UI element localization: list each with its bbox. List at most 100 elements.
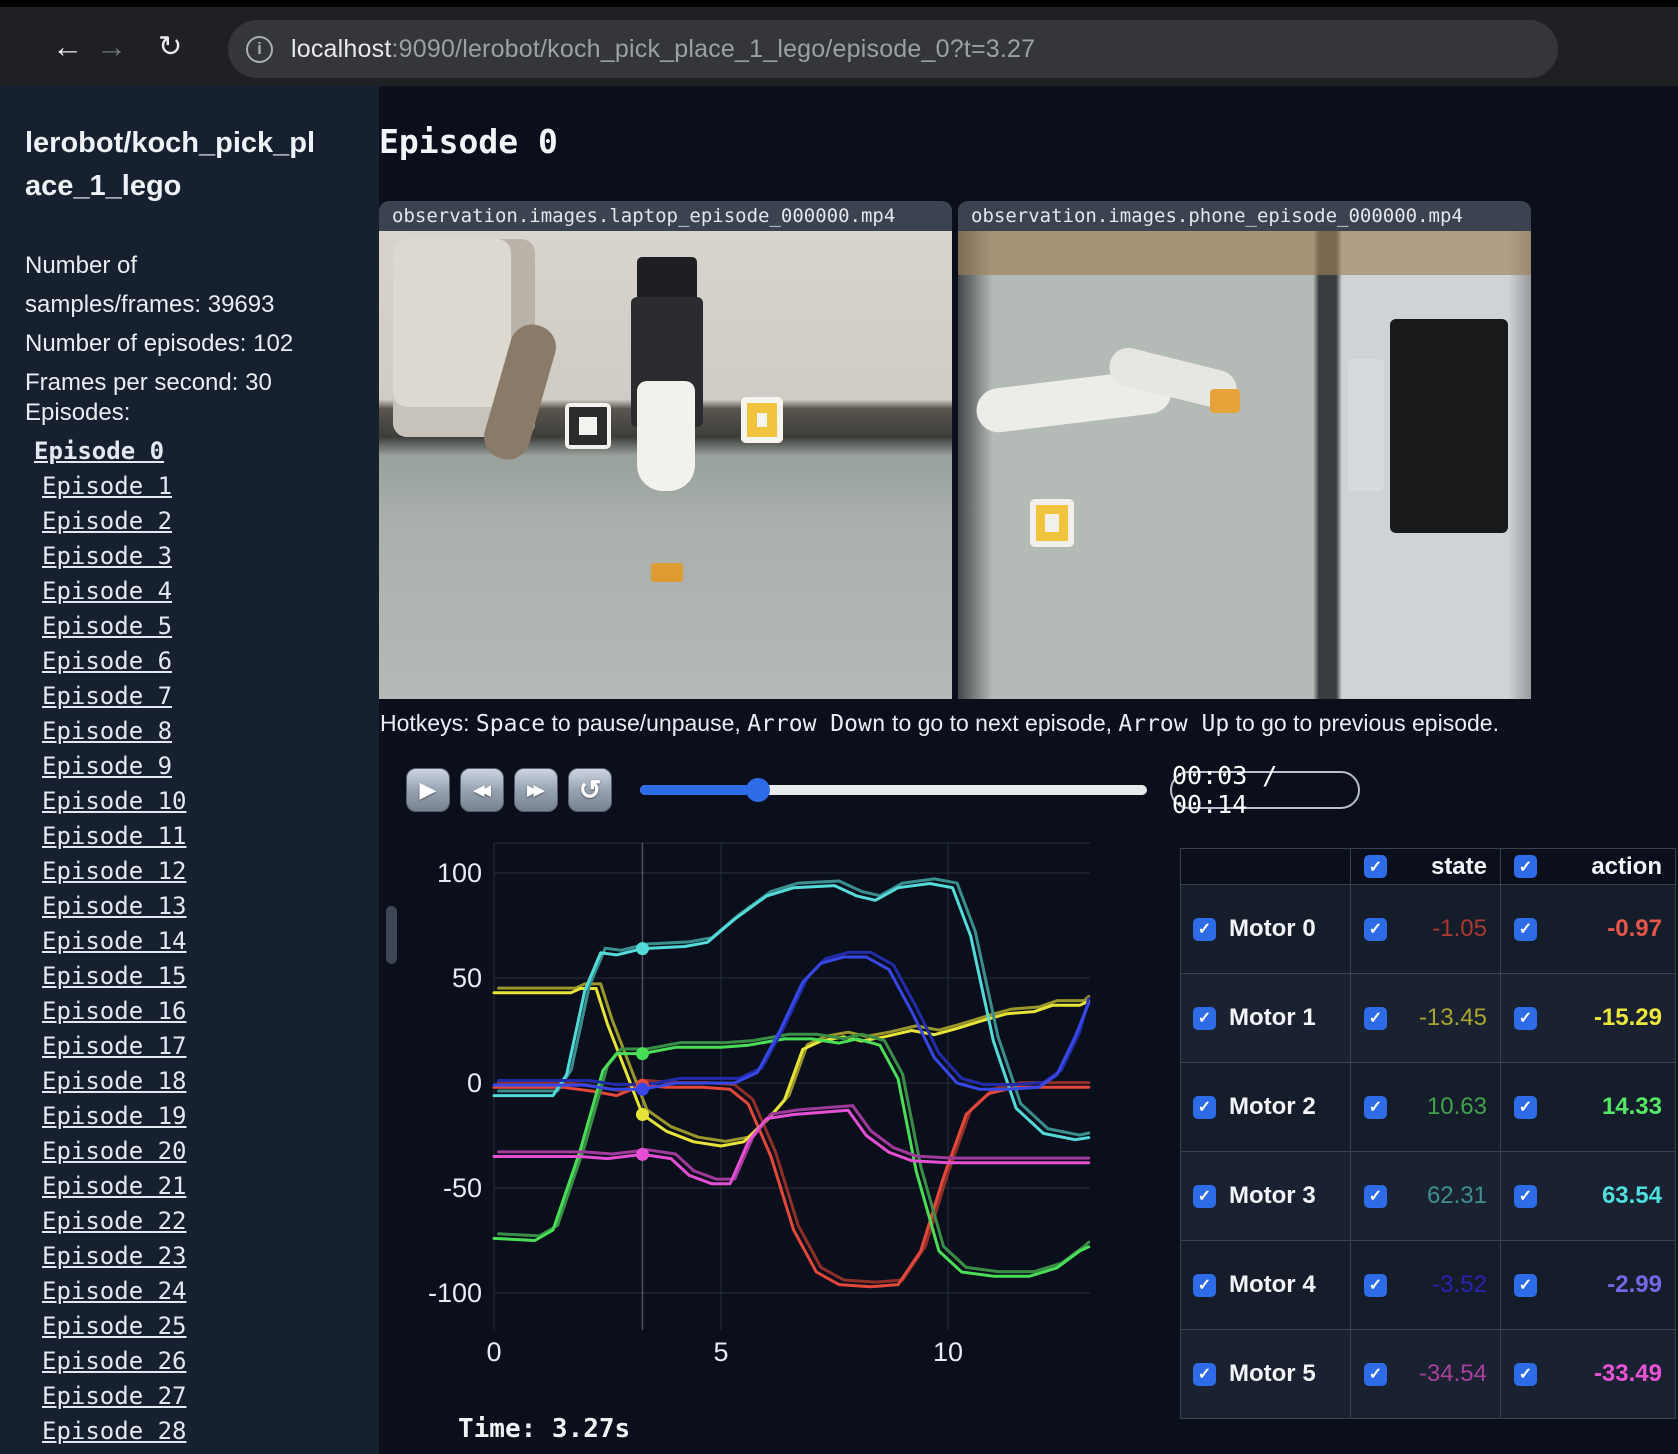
motor-label: Motor 1 — [1229, 1004, 1316, 1031]
checkbox[interactable]: ✓ — [1514, 1095, 1537, 1119]
scrollbar-thumb[interactable] — [386, 906, 397, 964]
episode-link[interactable]: Episode 12 — [0, 854, 379, 889]
action-value: -2.99 — [1607, 1271, 1662, 1298]
checkbox[interactable]: ✓ — [1364, 1184, 1387, 1208]
episode-link[interactable]: Episode 28 — [0, 1414, 379, 1449]
episode-link[interactable]: Episode 1 — [0, 469, 379, 504]
svg-text:0: 0 — [486, 1337, 501, 1367]
laptop-trackpad — [1348, 359, 1384, 491]
video-player-phone[interactable] — [958, 231, 1531, 699]
hotkeys-text: to pause/unpause, — [545, 710, 748, 736]
seek-slider[interactable] — [640, 778, 1147, 802]
episode-link[interactable]: Episode 16 — [0, 994, 379, 1029]
checkbox[interactable]: ✓ — [1193, 1362, 1216, 1386]
robot-camera — [637, 257, 697, 301]
svg-text:50: 50 — [452, 963, 482, 993]
stat-line: samples/frames: 39693 — [25, 291, 275, 318]
forward-icon[interactable]: → — [96, 29, 127, 65]
state-column-label: state — [1430, 852, 1487, 880]
seek-slider-thumb[interactable] — [746, 778, 771, 802]
episode-link[interactable]: Episode 3 — [0, 539, 379, 574]
robot-gripper — [637, 381, 695, 491]
hotkey-space: Space — [475, 711, 546, 737]
state-header-cell: ✓ state — [1350, 848, 1501, 885]
episode-link[interactable]: Episode 15 — [0, 959, 379, 994]
episode-link[interactable]: Episode 18 — [0, 1064, 379, 1099]
checkbox[interactable]: ✓ — [1514, 1006, 1537, 1030]
gripper-block — [1210, 389, 1240, 413]
episode-link[interactable]: Episode 10 — [0, 784, 379, 819]
state-value: -13.45 — [1418, 1004, 1487, 1031]
url-text: localhost:9090/lerobot/koch_pick_place_1… — [291, 35, 1035, 64]
address-bar[interactable]: i localhost:9090/lerobot/koch_pick_place… — [228, 20, 1558, 78]
checkbox[interactable]: ✓ — [1514, 1184, 1537, 1208]
episode-link[interactable]: Episode 8 — [0, 714, 379, 749]
action-value: -0.97 — [1607, 915, 1662, 942]
checkbox[interactable]: ✓ — [1514, 917, 1537, 941]
dataset-stats: Number of samples/frames: 39693 Number o… — [25, 246, 293, 402]
motor-label: Motor 0 — [1229, 915, 1316, 942]
action-value: 14.33 — [1601, 1093, 1662, 1120]
episode-link[interactable]: Episode 27 — [0, 1379, 379, 1414]
checkbox[interactable]: ✓ — [1514, 1362, 1537, 1386]
episode-link[interactable]: Episode 19 — [0, 1099, 379, 1134]
checkbox[interactable]: ✓ — [1193, 1006, 1216, 1030]
episode-link[interactable]: Episode 4 — [0, 574, 379, 609]
laptop-keyboard — [1390, 319, 1508, 533]
video-title-phone: observation.images.phone_episode_000000.… — [958, 201, 1531, 231]
motor-chart[interactable]: 100500-50-1000 5 10 — [370, 805, 1100, 1454]
episode-link[interactable]: Episode 17 — [0, 1029, 379, 1064]
action-column-checkbox[interactable]: ✓ — [1514, 855, 1537, 878]
svg-text:0: 0 — [467, 1068, 482, 1098]
episode-link[interactable]: Episode 22 — [0, 1204, 379, 1239]
checkbox[interactable]: ✓ — [1364, 1095, 1387, 1119]
page-title: Episode 0 — [379, 122, 558, 161]
motor-table: ✓ state ✓ action ✓ Motor 0 ✓ -1.05 ✓ -0.97 ✓ Mo… — [1180, 848, 1676, 1419]
checkbox[interactable]: ✓ — [1193, 1273, 1216, 1297]
checkbox[interactable]: ✓ — [1364, 917, 1387, 941]
checkbox[interactable]: ✓ — [1364, 1362, 1387, 1386]
episode-link[interactable]: Episode 5 — [0, 609, 379, 644]
video-title-laptop: observation.images.laptop_episode_000000… — [379, 201, 952, 231]
episode-link[interactable]: Episode 2 — [0, 504, 379, 539]
stat-line: Number of — [25, 252, 138, 279]
svg-text:100: 100 — [437, 858, 482, 888]
episode-link[interactable]: Episode 26 — [0, 1344, 379, 1379]
episode-link[interactable]: Episode 24 — [0, 1274, 379, 1309]
state-value: -1.05 — [1432, 915, 1487, 942]
episode-link[interactable]: Episode 9 — [0, 749, 379, 784]
motor-row: ✓ Motor 2 ✓ 10.63 ✓ 14.33 — [1180, 1062, 1676, 1152]
state-value: -3.52 — [1432, 1271, 1487, 1298]
video-player-laptop[interactable] — [379, 231, 952, 699]
checkbox[interactable]: ✓ — [1364, 1006, 1387, 1030]
episode-link[interactable]: Episode 13 — [0, 889, 379, 924]
back-icon[interactable]: ← — [52, 29, 83, 65]
checkbox[interactable]: ✓ — [1514, 1273, 1537, 1297]
svg-text:-50: -50 — [443, 1173, 482, 1203]
checkbox[interactable]: ✓ — [1193, 1184, 1216, 1208]
checkbox[interactable]: ✓ — [1364, 1273, 1387, 1297]
episode-link[interactable]: Episode 7 — [0, 679, 379, 714]
reload-icon[interactable]: ↻ — [158, 29, 182, 64]
episode-link[interactable]: Episode 0 — [0, 434, 379, 469]
episode-link[interactable]: Episode 11 — [0, 819, 379, 854]
episode-link[interactable]: Episode 23 — [0, 1239, 379, 1274]
state-column-checkbox[interactable]: ✓ — [1364, 855, 1387, 878]
checkbox[interactable]: ✓ — [1193, 917, 1216, 941]
hotkey-arrow-down: Arrow Down — [747, 711, 886, 737]
episode-link[interactable]: Episode 21 — [0, 1169, 379, 1204]
hotkeys-text: to go to next episode, — [885, 710, 1119, 736]
svg-text:-100: -100 — [428, 1278, 482, 1308]
episodes-label: Episodes: — [25, 399, 131, 426]
site-info-icon[interactable]: i — [246, 35, 273, 63]
state-value: 62.31 — [1426, 1182, 1487, 1209]
episode-link[interactable]: Episode 25 — [0, 1309, 379, 1344]
browser-toolbar: ← → ↻ i localhost:9090/lerobot/koch_pick… — [0, 0, 1678, 86]
chart-time-annotation: Time: 3.27s — [458, 1414, 631, 1444]
motor-row: ✓ Motor 3 ✓ 62.31 ✓ 63.54 — [1180, 1151, 1676, 1241]
episode-link[interactable]: Episode 6 — [0, 644, 379, 679]
action-value: -15.29 — [1593, 1004, 1662, 1031]
checkbox[interactable]: ✓ — [1193, 1095, 1216, 1119]
episode-link[interactable]: Episode 20 — [0, 1134, 379, 1169]
episode-link[interactable]: Episode 14 — [0, 924, 379, 959]
